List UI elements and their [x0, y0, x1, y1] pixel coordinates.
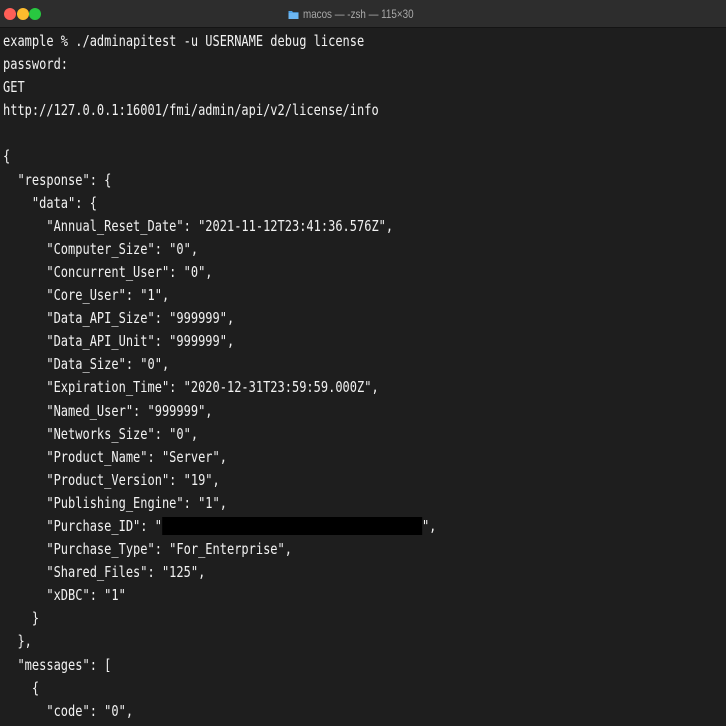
- terminal-line: password:: [3, 55, 69, 74]
- terminal-line: "messages": [: [3, 655, 112, 674]
- terminal-window: macos — -zsh — 115×30 example % ./admina…: [0, 0, 726, 726]
- terminal-line: {: [3, 678, 40, 697]
- terminal-line: "response": {: [3, 170, 112, 189]
- terminal-line: "Data_API_Unit": "999999",: [3, 332, 235, 351]
- terminal-line: "Purchase_Type": "For_Enterprise",: [3, 540, 292, 559]
- terminal-line: "Annual_Reset_Date": "2021-11-12T23:41:3…: [3, 216, 394, 235]
- redaction-block: [161, 516, 422, 535]
- title-bar[interactable]: macos — -zsh — 115×30: [0, 0, 726, 28]
- terminal-line: GET: [3, 78, 25, 97]
- terminal-line: "Computer_Size": "0",: [3, 239, 199, 258]
- terminal-line: "Concurrent_User": "0",: [3, 262, 213, 281]
- window-title-text: macos — -zsh — 115×30: [303, 7, 414, 21]
- terminal-line: "xDBC": "1": [3, 586, 126, 605]
- terminal-line: "Networks_Size": "0",: [3, 424, 199, 443]
- terminal-line: "Expiration_Time": "2020-12-31T23:59:59.…: [3, 378, 379, 397]
- terminal-line: "Core_User": "1",: [3, 286, 170, 305]
- terminal-line: "Data_Size": "0",: [3, 355, 170, 374]
- terminal-line: }: [3, 609, 40, 628]
- terminal-line: "Publishing_Engine": "1",: [3, 493, 227, 512]
- terminal-line: "Product_Name": "Server",: [3, 447, 227, 466]
- terminal-line: "code": "0",: [3, 701, 134, 720]
- terminal-line: "data": {: [3, 193, 97, 212]
- folder-icon: [288, 10, 299, 19]
- window-title: macos — -zsh — 115×30: [0, 0, 726, 28]
- terminal-line: http://127.0.0.1:16001/fmi/admin/api/v2/…: [3, 101, 379, 120]
- terminal-line: "Shared_Files": "125",: [3, 563, 206, 582]
- terminal-output[interactable]: example % ./adminapitest -u USERNAME deb…: [3, 30, 723, 726]
- terminal-line-purchase-id: "Purchase_ID": " ",: [3, 515, 579, 538]
- terminal-line: {: [3, 147, 11, 166]
- purchase-id-suffix: ",: [421, 516, 437, 535]
- terminal-line: },: [3, 632, 32, 651]
- terminal-line: "Named_User": "999999",: [3, 401, 213, 420]
- terminal-line: example % ./adminapitest -u USERNAME deb…: [3, 32, 365, 50]
- purchase-id-prefix: "Purchase_ID": ": [3, 516, 162, 535]
- terminal-line: "Product_Version": "19",: [3, 470, 220, 489]
- terminal-line: "Data_API_Size": "999999",: [3, 309, 235, 328]
